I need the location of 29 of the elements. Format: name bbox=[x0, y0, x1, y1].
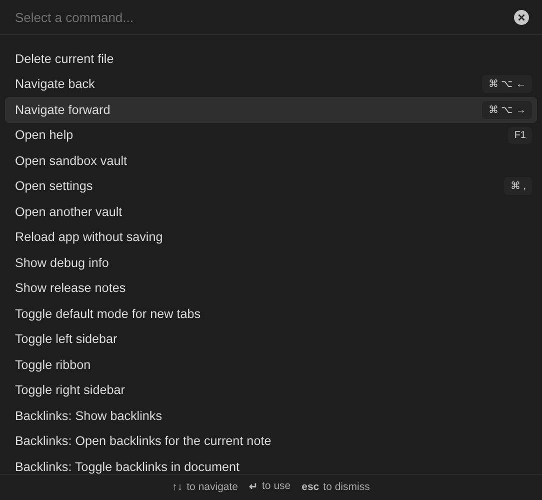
command-item[interactable]: Backlinks: Show backlinks bbox=[5, 403, 537, 428]
instruction-text: to navigate bbox=[186, 480, 238, 492]
command-item[interactable]: Toggle default mode for new tabs bbox=[5, 301, 537, 326]
hotkey-badge: F1 bbox=[508, 126, 532, 144]
command-item[interactable]: Backlinks: Open backlinks for the current note bbox=[5, 428, 537, 454]
hotkey-badge: ⌘ , bbox=[504, 177, 532, 196]
close-icon[interactable] bbox=[514, 10, 529, 24]
command-item[interactable]: Navigate back ⌘ ⌥ ← bbox=[5, 72, 537, 97]
instruction-text: to use bbox=[262, 480, 291, 493]
command-item[interactable]: Open settings ⌘ , bbox=[5, 174, 537, 199]
command-item[interactable]: Open another vault bbox=[5, 199, 537, 224]
hotkey-badge: ⌘ ⌥ → bbox=[482, 100, 532, 119]
key-hint: esc bbox=[302, 480, 320, 492]
command-item[interactable]: Delete current file bbox=[5, 46, 537, 72]
instruction-text: to dismiss bbox=[323, 480, 370, 492]
command-item[interactable]: Show debug info bbox=[5, 250, 537, 276]
command-item[interactable]: Toggle ribbon bbox=[5, 352, 537, 378]
command-item[interactable]: Reload app without saving bbox=[5, 224, 537, 250]
command-item[interactable]: Open help F1 bbox=[5, 122, 537, 148]
command-item[interactable]: Backlinks: Toggle backlinks in document bbox=[5, 454, 537, 474]
command-item[interactable]: Show release notes bbox=[5, 276, 537, 301]
command-item[interactable]: Toggle right sidebar bbox=[5, 378, 537, 403]
hotkey-badge: ⌘ ⌥ ← bbox=[482, 75, 532, 94]
command-item[interactable]: Open sandbox vault bbox=[5, 148, 537, 174]
search-field[interactable]: Select a command... bbox=[15, 7, 514, 27]
key-hint: ↵ bbox=[249, 480, 258, 493]
command-item[interactable]: Navigate forward ⌘ ⌥ → bbox=[5, 97, 537, 122]
key-hint: ↑↓ bbox=[172, 480, 183, 492]
command-item[interactable]: Toggle left sidebar bbox=[5, 326, 537, 352]
